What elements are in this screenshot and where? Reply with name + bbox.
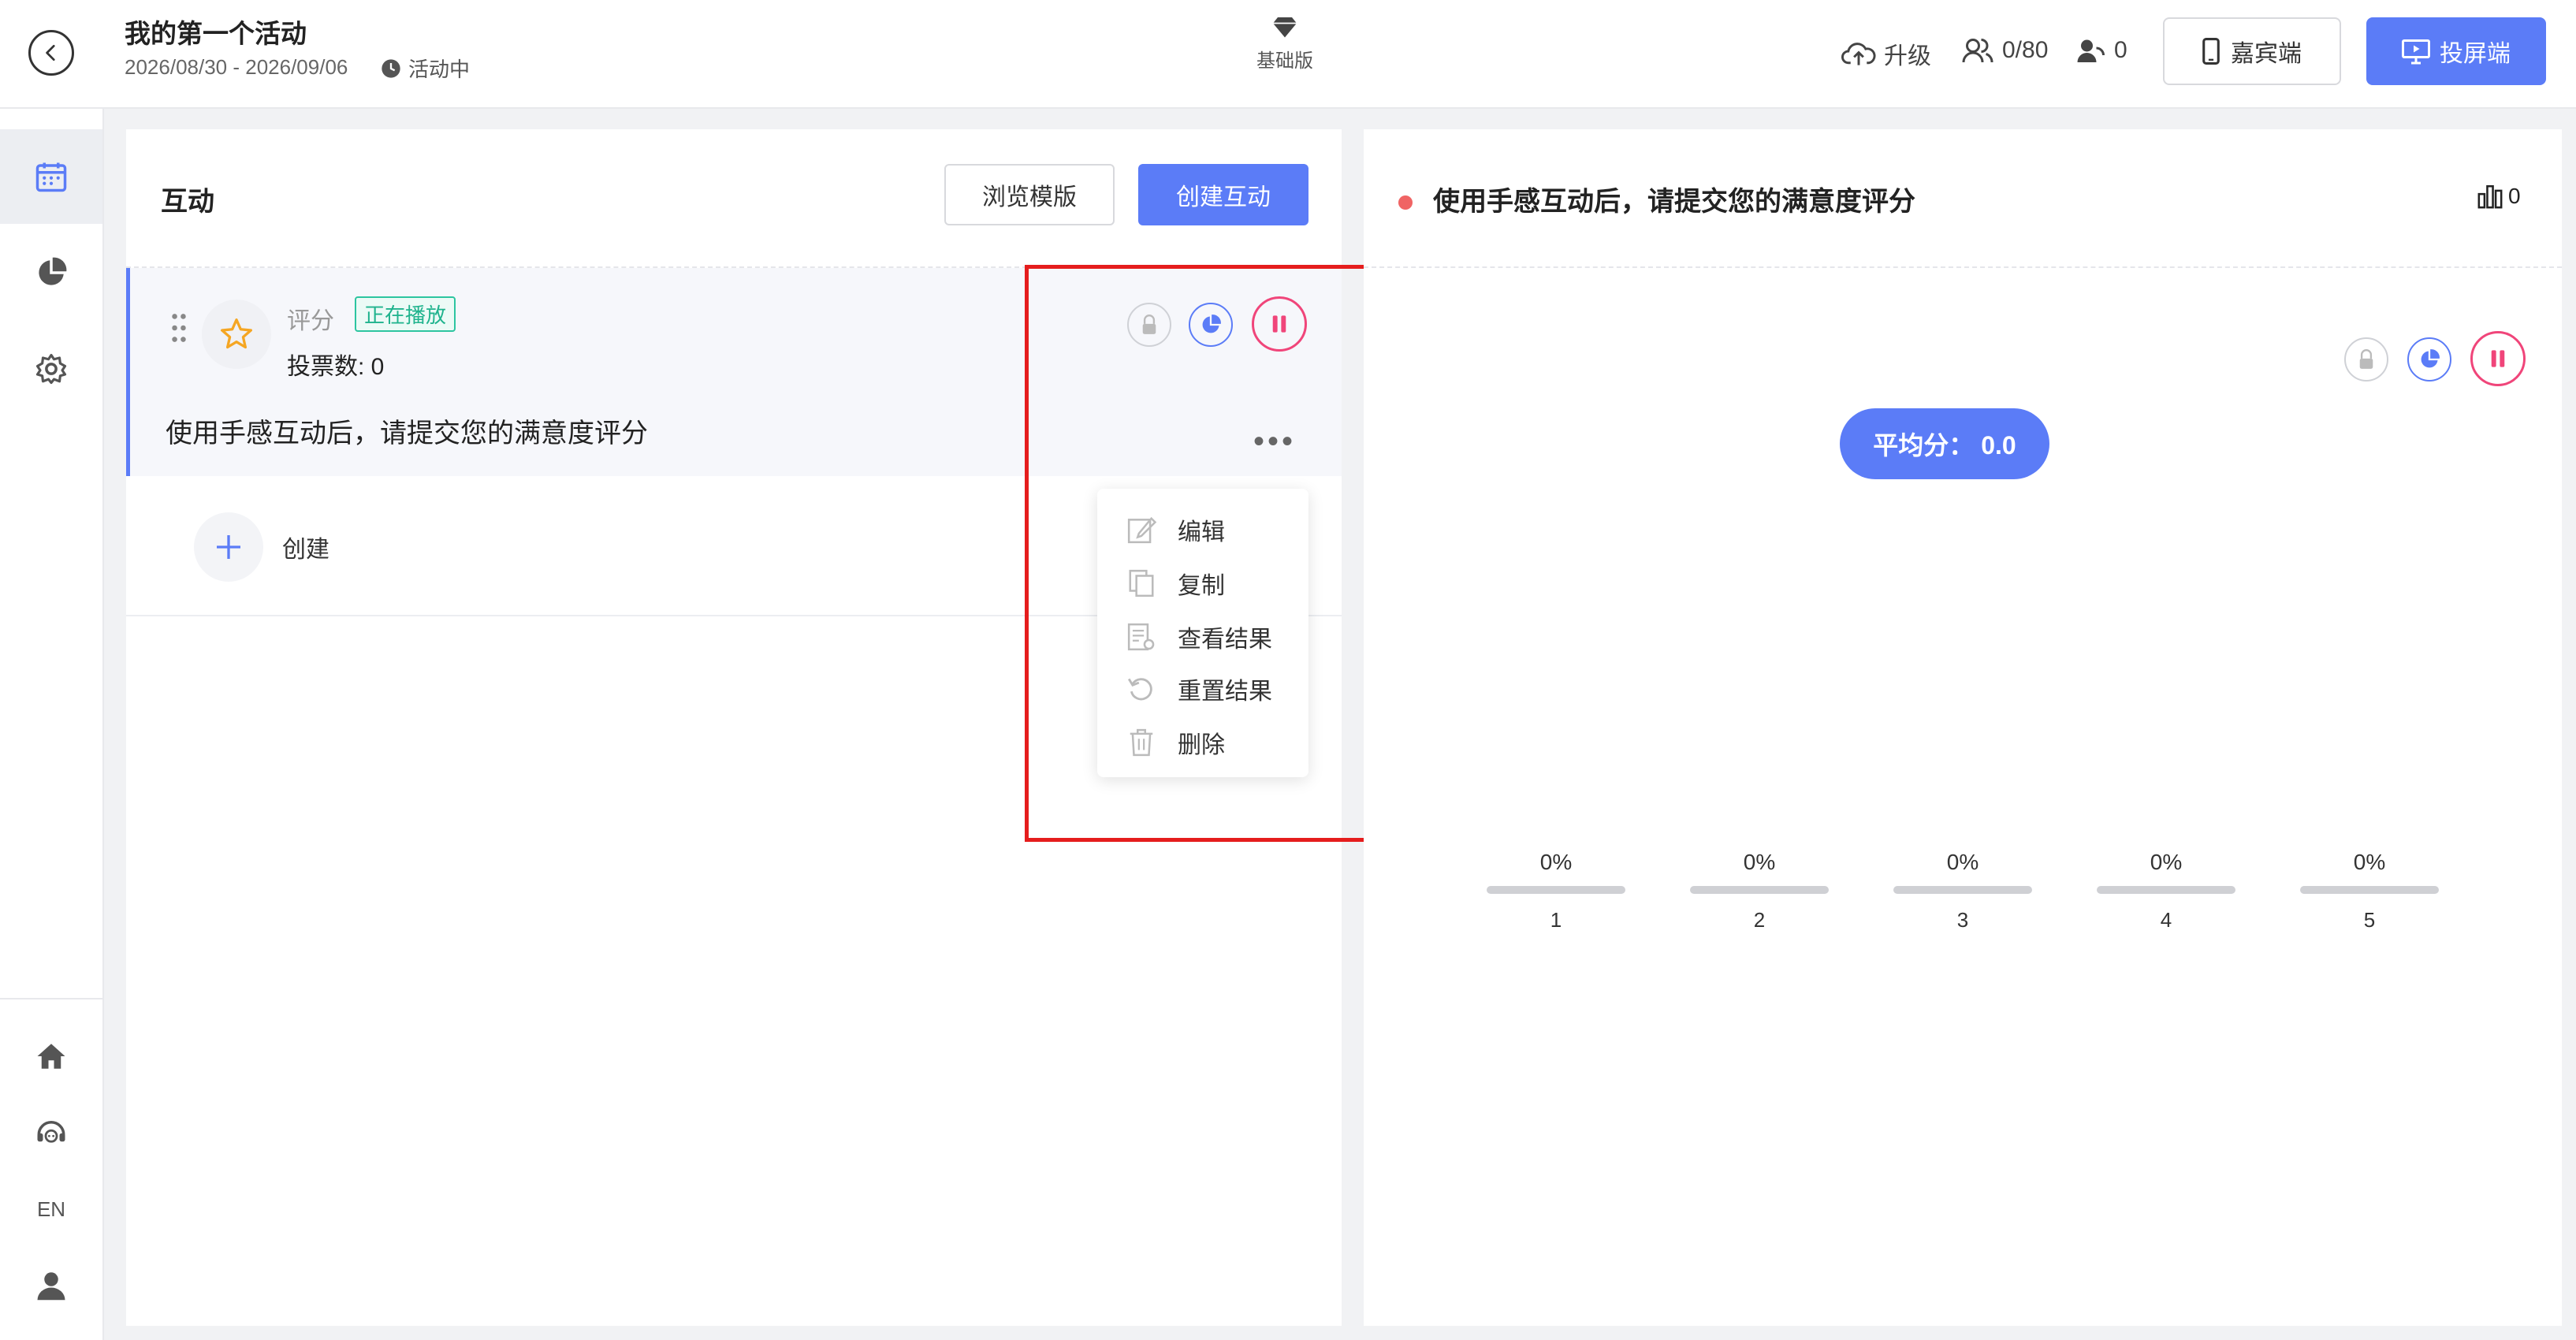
sidebar-item-stats[interactable]	[0, 225, 102, 320]
response-count: 0	[2508, 184, 2521, 208]
lock-icon	[2359, 349, 2373, 369]
guest-button[interactable]: 嘉宾端	[2163, 17, 2341, 85]
bar-group-3: 0% 3	[1893, 850, 2032, 932]
upgrade-button[interactable]: 升级	[1841, 36, 1931, 71]
browse-templates-button[interactable]: 浏览模版	[944, 164, 1115, 225]
star-icon	[221, 318, 252, 349]
plan-badge: 基础版	[1230, 14, 1340, 73]
panel-title: 互动	[161, 187, 214, 217]
user-icon	[37, 1272, 65, 1301]
bar-percent-label: 0%	[1946, 850, 1979, 874]
participants-counter: 0/80	[1961, 36, 2048, 65]
event-status-label: 活动中	[408, 58, 471, 81]
pause-icon	[2491, 350, 2505, 367]
preview-lock-button[interactable]	[2344, 337, 2388, 382]
gear-icon	[35, 353, 67, 385]
home-icon	[37, 1044, 65, 1069]
sidebar: EN	[0, 109, 104, 1340]
pie-chart-icon	[2421, 349, 2440, 368]
drag-handle[interactable]	[170, 312, 188, 348]
interaction-question: 使用手感互动后，请提交您的满意度评分	[166, 419, 648, 449]
bar-category-label: 5	[2363, 908, 2376, 932]
bar-category-label: 2	[1753, 908, 1766, 932]
clock-icon	[382, 58, 400, 78]
event-title: 我的第一个活动	[125, 19, 307, 48]
bar-group-2: 0% 2	[1690, 850, 1829, 932]
bar-chart-icon	[2477, 184, 2503, 209]
bar-group-5: 0% 5	[2300, 850, 2439, 932]
cloud-upload-icon	[1841, 43, 1876, 65]
create-label: 创建	[282, 537, 329, 563]
sidebar-item-settings[interactable]	[0, 322, 102, 416]
vote-count: 投票数: 0	[287, 354, 385, 380]
bar-track	[1487, 886, 1625, 894]
back-button[interactable]	[28, 30, 74, 76]
headset-icon	[37, 1121, 65, 1143]
bar-percent-label: 0%	[1539, 850, 1573, 874]
create-interaction-button[interactable]: 创建互动	[1138, 164, 1308, 225]
preview-results-button[interactable]	[2407, 337, 2451, 382]
bar-track	[2300, 886, 2439, 894]
bar-category-label: 4	[2160, 908, 2172, 932]
sidebar-item-calendar[interactable]	[0, 129, 102, 224]
bar-category-label: 1	[1550, 908, 1562, 932]
diamond-icon	[1273, 17, 1297, 38]
result-preview-panel: 使用手感互动后，请提交您的满意度评分 0 平均分： 0.0 0% 1 0% 2 0% 3 0…	[1364, 129, 2562, 1326]
online-counter: 0	[2075, 36, 2127, 65]
highlight-box	[1025, 265, 1378, 842]
online-users-icon	[2077, 39, 2105, 62]
drag-handle-icon	[172, 314, 186, 342]
top-header: 我的第一个活动 2026/08/30 - 2026/09/06 活动中 基础版 …	[0, 0, 2576, 109]
bar-group-4: 0% 4	[2097, 850, 2235, 932]
plus-icon	[217, 535, 240, 559]
plan-label: 基础版	[1256, 50, 1313, 72]
bar-category-label: 3	[1956, 908, 1969, 932]
bar-percent-label: 0%	[2150, 850, 2183, 874]
average-score: 平均分： 0.0	[1840, 408, 2049, 479]
bar-track	[2097, 886, 2235, 894]
sidebar-divider	[0, 998, 102, 999]
preview-title: 使用手感互动后，请提交您的满意度评分	[1433, 187, 1915, 217]
phone-icon	[2202, 38, 2220, 65]
screen-button[interactable]: 投屏端	[2366, 17, 2546, 85]
participants-count: 0/80	[2002, 37, 2049, 63]
preview-divider	[1364, 266, 2562, 268]
bar-track	[1690, 886, 1829, 894]
guest-button-label: 嘉宾端	[2231, 41, 2302, 67]
screen-button-label: 投屏端	[2440, 41, 2511, 67]
bar-percent-label: 0%	[2353, 850, 2386, 874]
bar-percent-label: 0%	[1743, 850, 1776, 874]
event-date-range: 2026/08/30 - 2026/09/06	[125, 55, 348, 79]
bar-track	[1893, 886, 2032, 894]
interaction-type: 评分	[287, 308, 334, 334]
create-row[interactable]: 创建	[194, 512, 329, 582]
bar-group-1: 0% 1	[1487, 850, 1625, 932]
users-icon	[1962, 39, 1993, 63]
rating-type-icon-wrap	[202, 300, 271, 369]
preview-pause-button[interactable]	[2470, 331, 2526, 386]
response-counter: 0	[2477, 183, 2521, 210]
event-status: 活动中	[380, 54, 470, 83]
online-count: 0	[2114, 37, 2127, 63]
pie-chart-icon	[39, 257, 67, 285]
chevron-left-icon	[46, 44, 55, 61]
projector-icon	[2402, 39, 2430, 65]
sidebar-item-profile[interactable]	[0, 1238, 102, 1332]
status-badge: 正在播放	[355, 296, 456, 332]
live-dot	[1398, 195, 1413, 210]
calendar-icon	[35, 162, 67, 192]
plus-icon-wrap	[194, 512, 263, 582]
upgrade-label: 升级	[1884, 43, 1931, 69]
